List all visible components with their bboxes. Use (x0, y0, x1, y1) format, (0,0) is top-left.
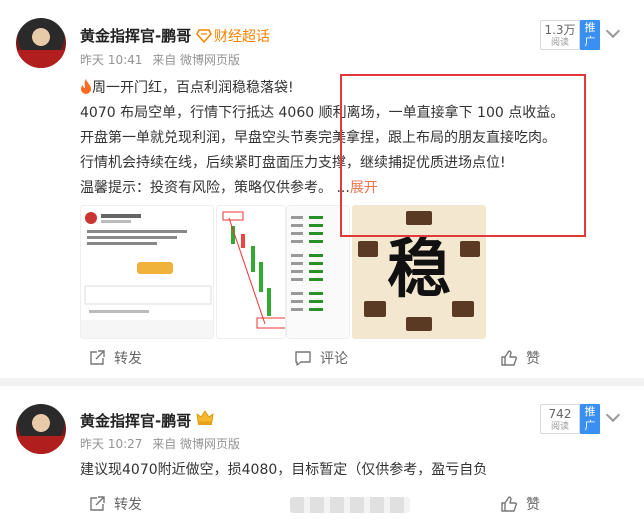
comment-icon (294, 349, 312, 367)
post-image-screenshot[interactable] (80, 205, 214, 339)
author-name[interactable]: 黄金指挥官-鹏哥 (80, 410, 191, 431)
post-text: 建议现4070附近做空，损4080，目标暂定（仅供参考，盈亏自负 (80, 458, 630, 483)
forward-button[interactable]: 转发 (88, 348, 142, 368)
view-count: 1.3万 (544, 23, 576, 37)
comment-label: 评论 (320, 351, 348, 367)
post-source: 来自 微博网页版 (152, 437, 241, 451)
thumbs-up-icon (500, 349, 518, 367)
diamond-verified-icon (196, 27, 212, 47)
post-meta: 昨天 10:27 来自 微博网页版 (80, 435, 246, 452)
promote-button[interactable]: 推广 (580, 404, 600, 434)
highlight-box (340, 74, 586, 237)
post-image-chart[interactable] (216, 205, 286, 339)
verify-label[interactable]: 财经超话 (214, 26, 270, 46)
forward-button[interactable]: 转发 (88, 494, 142, 514)
post-card: 黄金指挥官-鹏哥 财经超话 昨天 10:41 来自 微博网页版 1.3万 阅读 … (0, 0, 644, 378)
view-count: 742 (548, 407, 572, 421)
action-bar: 转发 评论 赞 (0, 344, 644, 374)
chevron-down-icon[interactable] (605, 23, 621, 39)
post-source: 来自 微博网页版 (152, 53, 241, 67)
forward-icon (88, 349, 106, 367)
blurred-content (290, 497, 410, 513)
promote-button[interactable]: 推广 (580, 20, 600, 50)
post-meta: 昨天 10:41 来自 微博网页版 (80, 51, 246, 68)
text-line: 建议现4070附近做空，损4080，目标暂定（仅供参考，盈亏自负 (80, 462, 488, 478)
comment-button[interactable]: 评论 (294, 348, 348, 368)
avatar[interactable] (16, 404, 66, 454)
post-time[interactable]: 昨天 10:41 (80, 53, 142, 67)
view-count-box: 742 阅读 (540, 404, 580, 434)
view-count-label: 阅读 (550, 422, 569, 432)
author-name[interactable]: 黄金指挥官-鹏哥 (80, 25, 191, 46)
fire-icon (80, 79, 92, 96)
avatar[interactable] (16, 18, 66, 68)
forward-icon (88, 495, 106, 513)
wen-character: 稳 (387, 232, 451, 307)
forward-label: 转发 (114, 497, 142, 513)
like-label: 赞 (526, 351, 540, 367)
like-button[interactable]: 赞 (500, 348, 540, 368)
thumbs-up-icon (500, 495, 518, 513)
like-label: 赞 (526, 497, 540, 513)
chevron-down-icon[interactable] (605, 407, 621, 423)
view-count-box: 1.3万 阅读 (540, 20, 580, 50)
like-button[interactable]: 赞 (500, 494, 540, 514)
crown-icon (196, 410, 214, 430)
view-count-label: 阅读 (550, 38, 569, 48)
forward-label: 转发 (114, 351, 142, 367)
post-time[interactable]: 昨天 10:27 (80, 437, 142, 451)
